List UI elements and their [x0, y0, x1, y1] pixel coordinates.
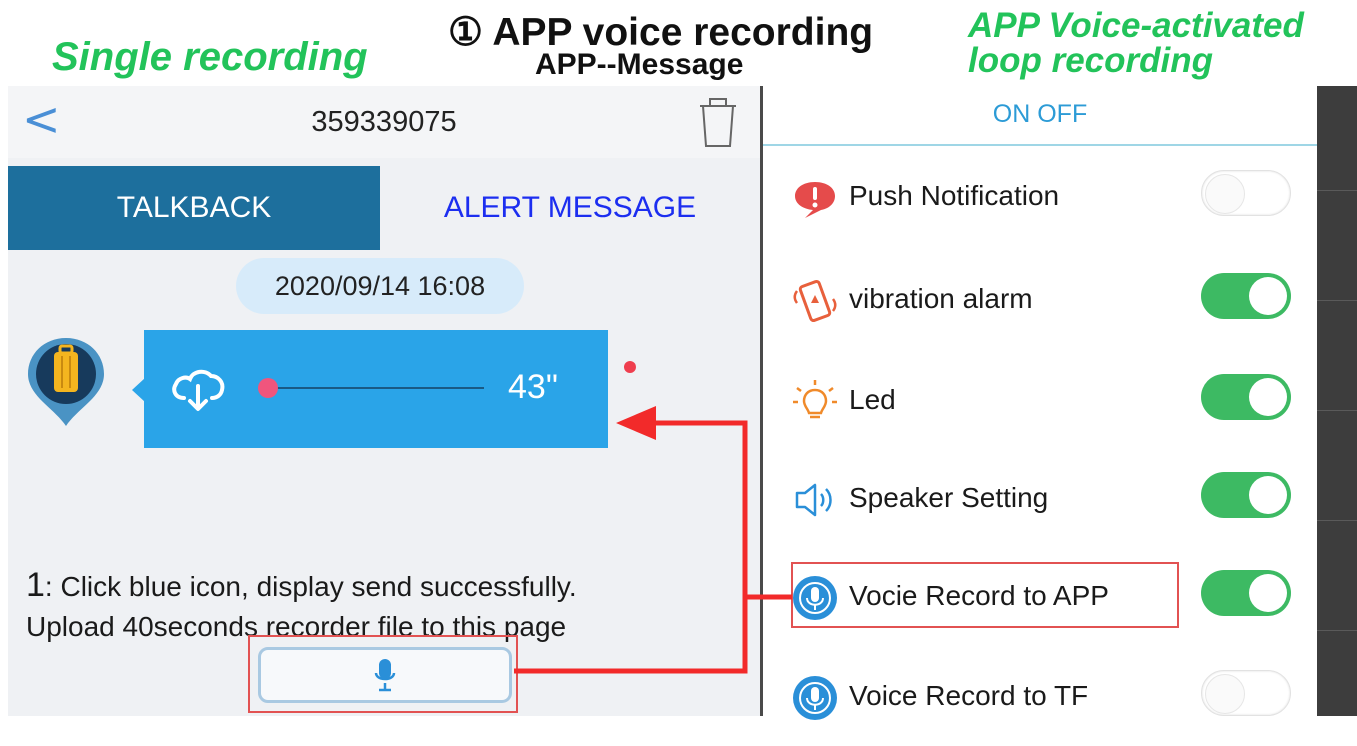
strip-divider — [1317, 630, 1357, 631]
luggage-icon — [28, 338, 104, 426]
trash-icon[interactable] — [696, 94, 740, 150]
setting-label: Led — [849, 384, 896, 415]
toggle-led[interactable] — [1201, 374, 1291, 420]
message-duration: 43" — [508, 368, 558, 406]
playback-knob[interactable] — [258, 378, 278, 398]
playback-track[interactable] — [264, 387, 484, 389]
voice-message-bubble[interactable]: 43" — [144, 330, 608, 448]
strip-divider — [1317, 520, 1357, 521]
caption-single-recording: Single recording — [52, 35, 368, 79]
toggle-thumb — [1249, 574, 1287, 612]
tab-alert-message[interactable]: ALERT MESSAGE — [380, 166, 760, 250]
tab-talkback[interactable]: TALKBACK — [8, 166, 380, 250]
toggle-speaker[interactable] — [1201, 472, 1291, 518]
setting-row-led: Led — [763, 350, 1317, 450]
setting-label: Vocie Record to APP — [849, 580, 1109, 611]
record-button[interactable] — [258, 647, 512, 703]
instruction-number: 1 — [26, 566, 45, 604]
setting-label: Speaker Setting — [849, 482, 1049, 513]
mic-highlight-box — [248, 635, 518, 713]
caption-loop-recording: APP Voice-activated loop recording — [968, 8, 1304, 78]
toggle-vibration-alarm[interactable] — [1201, 273, 1291, 319]
device-id-title: 359339075 — [311, 106, 457, 138]
instruction-line-1-text: : Click blue icon, display send successf… — [44, 571, 577, 602]
setting-row-speaker: Speaker Setting — [763, 448, 1317, 548]
setting-row-record-to-tf: Voice Record to TF — [763, 646, 1317, 746]
message-date-pill: 2020/09/14 16:08 — [236, 258, 524, 314]
caption-loop-line1: APP Voice-activated — [968, 6, 1304, 45]
toggle-record-to-app[interactable] — [1201, 570, 1291, 616]
mic-circle-icon — [793, 576, 837, 620]
toggle-push-notification[interactable] — [1201, 170, 1291, 216]
toggle-thumb — [1249, 378, 1287, 416]
toggle-thumb — [1249, 476, 1287, 514]
toggle-record-to-tf[interactable] — [1201, 670, 1291, 716]
background-strip — [1317, 86, 1357, 716]
strip-divider — [1317, 410, 1357, 411]
settings-screen: ON OFF Push Notification vibration alarm — [763, 86, 1317, 720]
caption-app-message: APP--Message — [535, 48, 744, 81]
setting-row-record-to-app: Vocie Record to APP — [763, 546, 1317, 646]
setting-row-push-notification: Push Notification — [763, 146, 1317, 246]
microphone-icon — [374, 659, 396, 692]
mic-circle-icon — [793, 676, 837, 720]
alert-bubble-icon — [795, 182, 835, 218]
chat-top-bar: < 359339075 — [8, 86, 760, 158]
toggle-thumb — [1205, 174, 1245, 214]
toggle-thumb — [1205, 674, 1245, 714]
vibrating-phone-icon — [793, 280, 837, 322]
toggle-thumb — [1249, 277, 1287, 315]
strip-divider — [1317, 300, 1357, 301]
chat-screen: < 359339075 TALKBACK ALERT MESSAGE 2020/… — [8, 86, 760, 716]
setting-label: vibration alarm — [849, 283, 1033, 314]
settings-header: ON OFF — [992, 100, 1088, 128]
cloud-download-icon[interactable] — [168, 364, 228, 414]
setting-label: Voice Record to TF — [849, 680, 1089, 711]
setting-row-vibration-alarm: vibration alarm — [763, 249, 1317, 349]
speaker-icon — [795, 483, 832, 517]
lightbulb-icon — [793, 380, 837, 419]
instruction-line-1: 1: Click blue icon, display send success… — [26, 565, 577, 607]
unread-dot — [624, 361, 636, 373]
setting-label: Push Notification — [849, 180, 1060, 211]
strip-divider — [1317, 190, 1357, 191]
caption-loop-line2: loop recording — [968, 41, 1213, 80]
